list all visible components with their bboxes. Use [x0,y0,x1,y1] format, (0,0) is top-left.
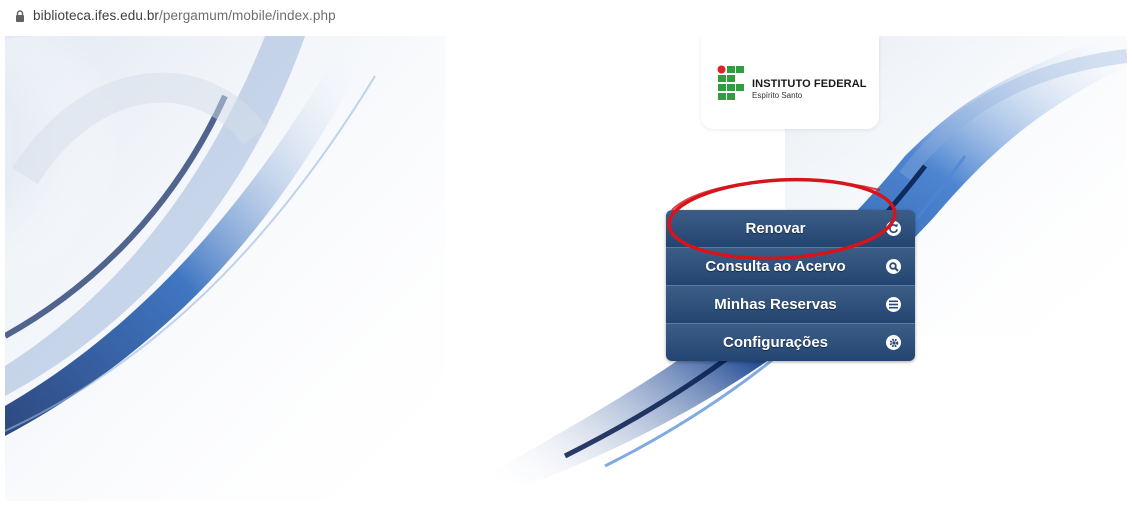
url-path: /pergamum/mobile/index.php [159,8,336,23]
refresh-icon [886,221,901,236]
logo-subtitle: Espírito Santo [752,91,803,100]
logo-title: INSTITUTO FEDERAL [752,78,867,90]
address-bar[interactable]: biblioteca.ifes.edu.br/pergamum/mobile/i… [0,0,1132,32]
background-swirl-art [5,36,1127,501]
menu-item-configuracoes[interactable]: Configurações [666,324,915,361]
menu-item-consulta-acervo[interactable]: Consulta ao Acervo [666,248,915,286]
menu-item-label: Renovar [745,220,806,237]
menu-item-label: Minhas Reservas [714,296,837,313]
menu-item-renovar[interactable]: Renovar [666,210,915,248]
menu-item-label: Configurações [722,334,828,351]
url-host: biblioteca.ifes.edu.br [33,8,160,23]
search-icon [886,259,901,274]
ifes-logo-icon [717,65,744,100]
menu-item-label: Consulta ao Acervo [705,258,846,275]
lock-icon [16,10,24,22]
gear-icon [886,335,901,350]
list-icon [886,297,901,312]
menu-item-minhas-reservas[interactable]: Minhas Reservas [666,286,915,324]
institution-logo: INSTITUTO FEDERAL Espírito Santo [701,36,879,129]
main-menu: Renovar Consulta ao Acervo Minhas Reserv… [666,210,915,361]
url-text[interactable]: biblioteca.ifes.edu.br/pergamum/mobile/i… [33,8,336,23]
page-viewport: INSTITUTO FEDERAL Espírito Santo Renovar… [5,36,1127,501]
